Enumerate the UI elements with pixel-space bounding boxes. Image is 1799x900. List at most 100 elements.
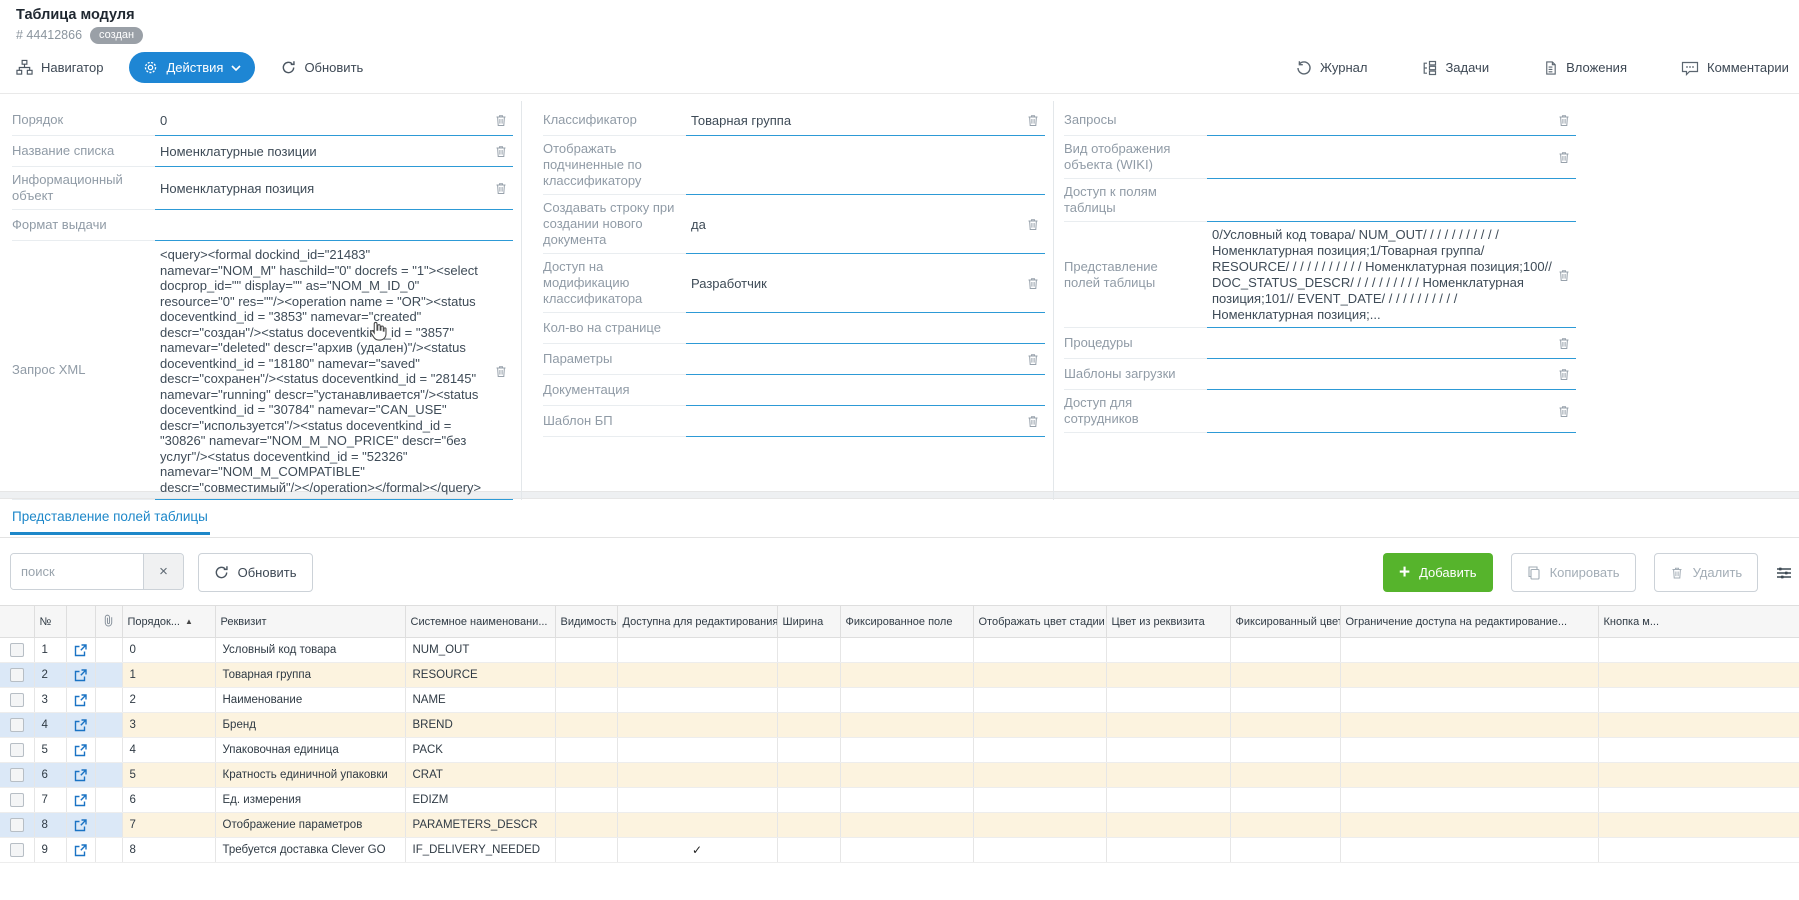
field-input[interactable] (1207, 328, 1576, 359)
row-select-cell[interactable] (0, 663, 34, 688)
header-width[interactable]: Ширина (777, 606, 840, 638)
field-input[interactable] (686, 313, 1045, 344)
clear-field-button[interactable] (1552, 150, 1576, 165)
field-value[interactable]: <query><formal dockind_id="21483" nameva… (160, 247, 489, 495)
field-value[interactable] (691, 414, 1021, 430)
open-record-cell[interactable] (66, 713, 95, 738)
row-select-cell[interactable] (0, 763, 34, 788)
header-editable[interactable]: Доступна для редактирования (617, 606, 777, 638)
field-input[interactable] (1207, 390, 1576, 433)
field-input[interactable] (1207, 136, 1576, 179)
table-row[interactable]: 7 6 Ед. измерения EDIZM (0, 788, 1799, 813)
clear-field-button[interactable] (1021, 276, 1045, 291)
field-input[interactable]: 0 (155, 105, 513, 136)
table-row[interactable]: 4 3 Бренд BREND (0, 713, 1799, 738)
row-checkbox[interactable] (10, 843, 24, 857)
field-value[interactable]: Номенклатурные позиции (160, 144, 489, 160)
header-num[interactable]: № (34, 606, 66, 638)
header-fixed-field[interactable]: Фиксированное поле (840, 606, 973, 638)
clear-field-button[interactable] (1552, 336, 1576, 351)
open-record-cell[interactable] (66, 738, 95, 763)
field-value[interactable] (1212, 336, 1552, 352)
field-value[interactable]: 0/Условный код товара/ NUM_OUT/ / / / / … (1212, 227, 1552, 323)
field-value[interactable] (160, 218, 489, 234)
refresh-button[interactable]: Обновить (281, 60, 363, 75)
tab-field-representation[interactable]: Представление полей таблицы (10, 509, 210, 535)
journal-button[interactable]: Журнал (1296, 60, 1367, 76)
open-record-cell[interactable] (66, 788, 95, 813)
row-select-cell[interactable] (0, 713, 34, 738)
row-checkbox[interactable] (10, 643, 24, 657)
row-checkbox[interactable] (10, 768, 24, 782)
copy-button[interactable]: Копировать (1511, 553, 1636, 592)
field-input[interactable]: Товарная группа (686, 105, 1045, 136)
field-value[interactable] (1212, 367, 1552, 383)
clear-field-button[interactable] (489, 181, 513, 196)
row-checkbox[interactable] (10, 693, 24, 707)
grid-refresh-button[interactable]: Обновить (198, 553, 313, 592)
row-select-cell[interactable] (0, 688, 34, 713)
field-input[interactable]: Номенклатурная позиция (155, 167, 513, 210)
open-record-cell[interactable] (66, 763, 95, 788)
header-color-from-requisite[interactable]: Цвет из реквизита (1106, 606, 1230, 638)
table-row[interactable]: 2 1 Товарная группа RESOURCE (0, 663, 1799, 688)
field-input[interactable] (686, 406, 1045, 437)
clear-field-button[interactable] (489, 364, 513, 379)
search-clear-button[interactable]: × (143, 554, 183, 589)
field-value[interactable] (1212, 193, 1552, 209)
row-checkbox[interactable] (10, 793, 24, 807)
open-record-cell[interactable] (66, 638, 95, 663)
row-select-cell[interactable] (0, 638, 34, 663)
field-input[interactable] (1207, 179, 1576, 222)
table-row[interactable]: 6 5 Кратность единичной упаковки CRAT (0, 763, 1799, 788)
row-checkbox[interactable] (10, 668, 24, 682)
clear-field-button[interactable] (1552, 113, 1576, 128)
field-value[interactable]: 0 (160, 113, 489, 129)
field-input[interactable] (686, 136, 1045, 195)
header-edit-access[interactable]: Ограничение доступа на редактирование... (1340, 606, 1598, 638)
field-value[interactable]: да (691, 217, 1021, 233)
field-input[interactable] (1207, 359, 1576, 390)
field-input[interactable]: 0/Условный код товара/ NUM_OUT/ / / / / … (1207, 222, 1576, 328)
delete-button[interactable]: Удалить (1654, 553, 1759, 592)
row-select-cell[interactable] (0, 838, 34, 863)
field-input[interactable] (155, 210, 513, 241)
header-requisite[interactable]: Реквизит (215, 606, 405, 638)
row-select-cell[interactable] (0, 813, 34, 838)
columns-button[interactable]: Колонки (1776, 565, 1799, 580)
row-checkbox[interactable] (10, 743, 24, 757)
field-value[interactable]: Номенклатурная позиция (160, 181, 489, 197)
row-select-cell[interactable] (0, 788, 34, 813)
field-value[interactable]: Товарная группа (691, 113, 1021, 129)
field-value[interactable] (691, 158, 1021, 174)
field-value[interactable]: Разработчик (691, 276, 1021, 292)
table-row[interactable]: 5 4 Упаковочная единица PACK (0, 738, 1799, 763)
clear-field-button[interactable] (489, 144, 513, 159)
clear-field-button[interactable] (1552, 268, 1576, 283)
table-row[interactable]: 9 8 Требуется доставка Clever GO IF_DELI… (0, 838, 1799, 863)
header-visibility[interactable]: Видимость (555, 606, 617, 638)
open-record-cell[interactable] (66, 838, 95, 863)
add-button[interactable]: + Добавить (1383, 553, 1493, 592)
tasks-button[interactable]: Задачи (1421, 60, 1489, 76)
clear-field-button[interactable] (1552, 404, 1576, 419)
header-fixed-color[interactable]: Фиксированный цвет... (1230, 606, 1340, 638)
header-show-stage-color[interactable]: Отображать цвет стадии (973, 606, 1106, 638)
clear-field-button[interactable] (1021, 414, 1045, 429)
field-input[interactable]: <query><formal dockind_id="21483" nameva… (155, 241, 513, 500)
header-button-m[interactable]: Кнопка м... (1598, 606, 1799, 638)
field-value[interactable] (1212, 150, 1552, 166)
field-input[interactable]: Разработчик (686, 254, 1045, 313)
field-value[interactable] (691, 352, 1021, 368)
field-value[interactable] (691, 383, 1021, 399)
table-row[interactable]: 8 7 Отображение параметров PARAMETERS_DE… (0, 813, 1799, 838)
table-row[interactable]: 3 2 Наименование NAME (0, 688, 1799, 713)
field-input[interactable]: Номенклатурные позиции (155, 136, 513, 167)
search-input[interactable] (11, 554, 143, 589)
comments-button[interactable]: Комментарии (1681, 60, 1789, 76)
field-input[interactable] (1207, 105, 1576, 136)
clear-field-button[interactable] (1021, 113, 1045, 128)
clear-field-button[interactable] (489, 113, 513, 128)
clear-field-button[interactable] (1552, 367, 1576, 382)
open-record-cell[interactable] (66, 663, 95, 688)
